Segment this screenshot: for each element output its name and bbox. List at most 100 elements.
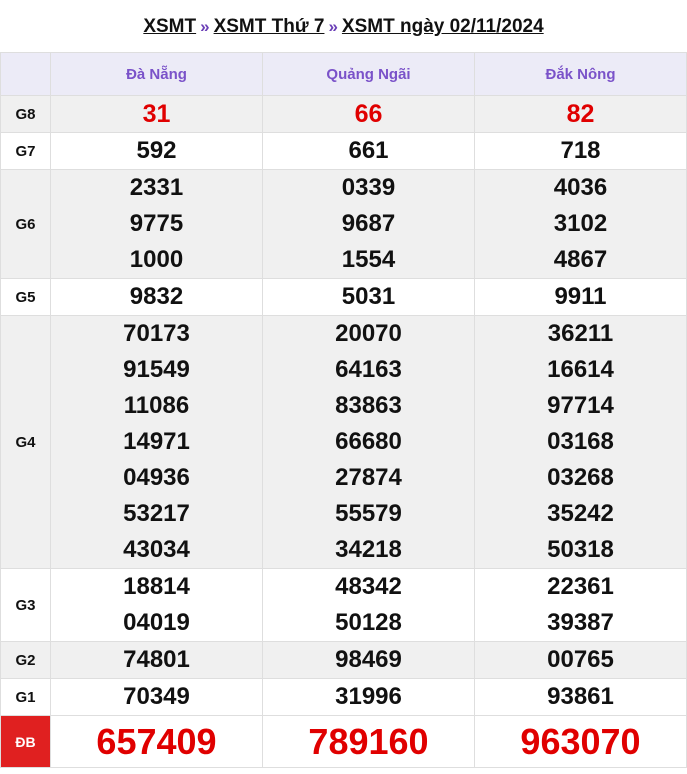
prize-row-db: ĐB 657409 789160 963070 (0, 715, 687, 768)
prize-label: ĐB (0, 715, 51, 768)
prize-label: G5 (0, 278, 51, 316)
prize-row-g6: G6 2331 9775 1000 0339 9687 1554 4036 3102 4867 (0, 169, 687, 279)
result-cell: 4036 3102 4867 (474, 169, 687, 279)
result-number: 83863 (335, 392, 402, 419)
result-number: 48342 (335, 573, 402, 600)
result-cell: 0339 9687 1554 (262, 169, 475, 279)
result-cell: 9911 (474, 278, 687, 316)
result-cell: 93861 (474, 678, 687, 716)
result-cell: 789160 (262, 715, 475, 768)
result-cell: 592 (50, 132, 263, 170)
province-header-quang-ngai: Quảng Ngãi (262, 52, 475, 96)
result-cell: 31 (50, 95, 263, 133)
breadcrumb-link-xsmt-thu-7[interactable]: XSMT Thứ 7 (214, 16, 325, 37)
result-number: 22361 (547, 573, 614, 600)
result-number: 27874 (335, 464, 402, 491)
header-corner-cell (0, 52, 51, 96)
prize-row-g3: G3 18814 04019 48342 50128 22361 39387 (0, 568, 687, 642)
result-cell: 657409 (50, 715, 263, 768)
prize-row-g2: G2 74801 98469 00765 (0, 641, 687, 679)
result-cell: 70349 (50, 678, 263, 716)
prize-label: G8 (0, 95, 51, 133)
result-number: 55579 (335, 500, 402, 527)
result-number: 04019 (123, 609, 190, 636)
result-number: 64163 (335, 356, 402, 383)
result-number: 14971 (123, 428, 190, 455)
result-number: 70349 (123, 683, 190, 710)
breadcrumb-link-xsmt-date[interactable]: XSMT ngày 02/11/2024 (342, 16, 544, 37)
prize-row-g4: G4 70173 91549 11086 14971 04936 53217 43034 200… (0, 315, 687, 569)
result-number: 66 (354, 100, 383, 128)
result-number: 657409 (96, 721, 217, 762)
result-cell: 661 (262, 132, 475, 170)
result-cell: 48342 50128 (262, 568, 475, 642)
result-number: 20070 (335, 320, 402, 347)
result-number: 9687 (341, 210, 396, 237)
prize-label: G7 (0, 132, 51, 170)
result-number: 50318 (547, 536, 614, 563)
result-number: 34218 (335, 536, 402, 563)
result-cell: 00765 (474, 641, 687, 679)
result-number: 43034 (123, 536, 190, 563)
result-number: 74801 (123, 646, 190, 673)
result-cell: 2331 9775 1000 (50, 169, 263, 279)
result-number: 35242 (547, 500, 614, 527)
result-number: 592 (136, 137, 177, 164)
result-number: 53217 (123, 500, 190, 527)
result-number: 963070 (520, 721, 641, 762)
prize-label: G2 (0, 641, 51, 679)
result-cell: 66 (262, 95, 475, 133)
result-cell: 963070 (474, 715, 687, 768)
result-number: 82 (566, 100, 595, 128)
result-number: 36211 (547, 320, 614, 347)
result-number: 97714 (547, 392, 614, 419)
result-number: 9832 (129, 283, 184, 310)
result-cell: 70173 91549 11086 14971 04936 53217 43034 (50, 315, 263, 569)
result-number: 661 (348, 137, 389, 164)
result-number: 0339 (341, 174, 396, 201)
result-cell: 31996 (262, 678, 475, 716)
result-number: 18814 (123, 573, 190, 600)
result-number: 1554 (341, 246, 396, 273)
result-cell: 5031 (262, 278, 475, 316)
result-cell: 98469 (262, 641, 475, 679)
result-number: 2331 (129, 174, 184, 201)
province-header-dak-nong: Đắk Nông (474, 52, 687, 96)
prize-row-g5: G5 9832 5031 9911 (0, 278, 687, 316)
result-cell: 22361 39387 (474, 568, 687, 642)
result-cell: 82 (474, 95, 687, 133)
result-number: 31996 (335, 683, 402, 710)
result-number: 39387 (547, 609, 614, 636)
results-body: G8 31 66 82 G7 592 661 718 G6 2331 9775 1000 0339 968… (0, 95, 687, 768)
prize-row-g7: G7 592 661 718 (0, 132, 687, 170)
result-number: 98469 (335, 646, 402, 673)
result-number: 50128 (335, 609, 402, 636)
result-cell: 18814 04019 (50, 568, 263, 642)
result-number: 70173 (123, 320, 190, 347)
result-number: 9775 (129, 210, 184, 237)
result-number: 04936 (123, 464, 190, 491)
prize-label: G3 (0, 568, 51, 642)
result-number: 93861 (547, 683, 614, 710)
result-cell: 20070 64163 83863 66680 27874 55579 34218 (262, 315, 475, 569)
result-number: 9911 (554, 283, 607, 310)
breadcrumb-separator: » (328, 17, 338, 36)
result-number: 1000 (129, 246, 184, 273)
lottery-results-table: Đà Nẵng Quảng Ngãi Đắk Nông G8 31 66 82 G7 59… (0, 52, 687, 768)
result-number: 3102 (553, 210, 608, 237)
result-number: 03168 (547, 428, 614, 455)
result-number: 789160 (308, 721, 429, 762)
breadcrumb: XSMT» XSMT Thứ 7» XSMT ngày 02/11/2024 (0, 0, 687, 52)
result-number: 4867 (553, 246, 608, 273)
result-number: 03268 (547, 464, 614, 491)
prize-row-g1: G1 70349 31996 93861 (0, 678, 687, 716)
result-cell: 9832 (50, 278, 263, 316)
result-number: 00765 (547, 646, 614, 673)
result-number: 16614 (547, 356, 614, 383)
result-number: 4036 (553, 174, 608, 201)
prize-row-g8: G8 31 66 82 (0, 95, 687, 133)
prize-label: G6 (0, 169, 51, 279)
result-number: 5031 (341, 283, 396, 310)
breadcrumb-link-xsmt[interactable]: XSMT (143, 16, 196, 37)
result-number: 718 (560, 137, 601, 164)
